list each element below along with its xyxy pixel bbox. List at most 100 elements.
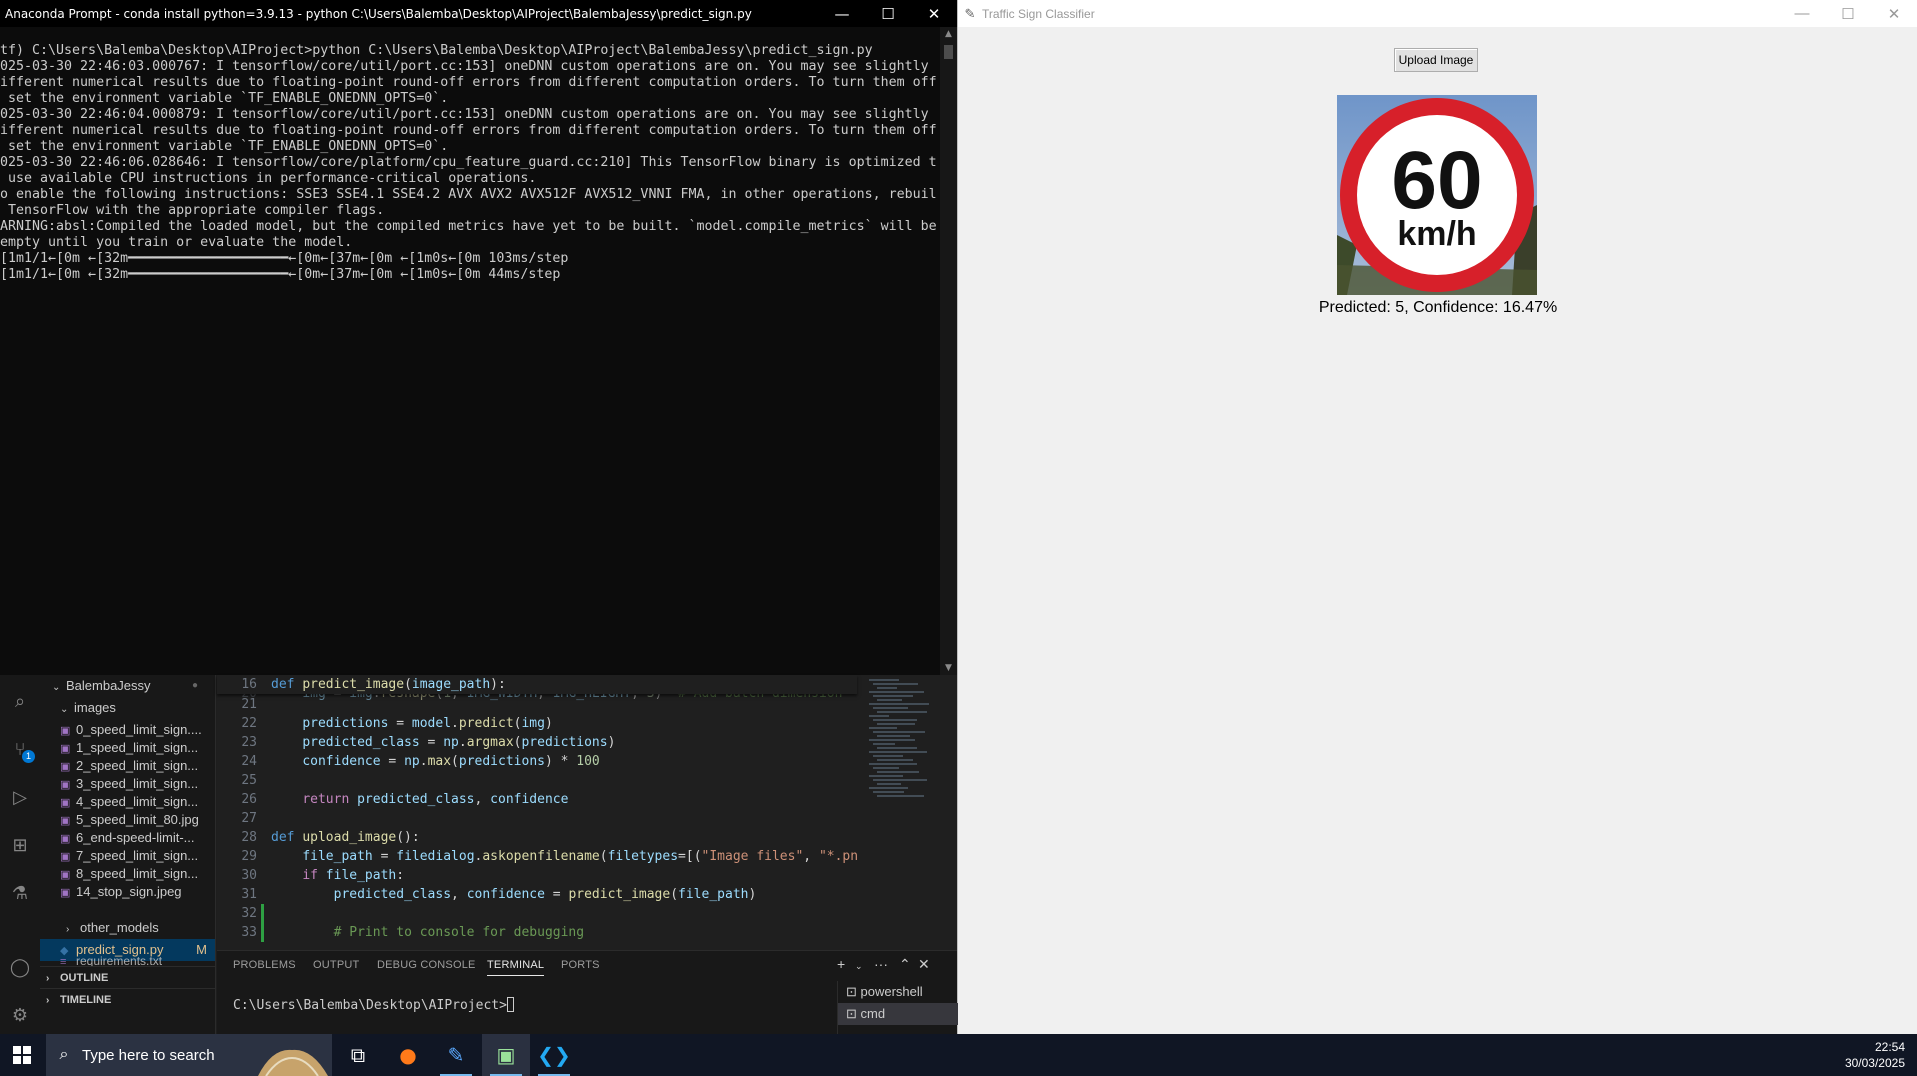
task-view-icon[interactable]: ⧉: [334, 1034, 382, 1076]
account-icon[interactable]: ◯: [8, 955, 32, 979]
tree-root-label: BalembaJessy: [66, 678, 151, 693]
tab-debug-console[interactable]: DEBUG CONSOLE: [377, 959, 476, 971]
tab-terminal[interactable]: TERMINAL: [487, 959, 545, 976]
terminal-item-powershell[interactable]: ⊡ powershell: [838, 981, 958, 1003]
console-line: use available CPU instructions in perfor…: [0, 171, 537, 186]
maximize-panel-icon[interactable]: ⌃: [899, 956, 911, 973]
terminal-icon: ⊡: [846, 984, 861, 999]
tree-file-partial[interactable]: ≡ requirements.txt: [60, 956, 210, 966]
tree-folder-images[interactable]: ⌄ images: [60, 697, 210, 719]
terminal-output[interactable]: C:\Users\Balemba\Desktop\AIProject>: [233, 997, 514, 1013]
minimap-line: [877, 759, 913, 761]
code-line: 26 return predicted_class, confidence: [241, 792, 569, 807]
testing-icon[interactable]: ⚗: [8, 881, 32, 905]
console-line: 025-03-30 22:46:03.000767: I tensorflow/…: [0, 59, 929, 74]
console-line: [1m1/1←[0m ←[32m━━━━━━━━━━━━━━━━━━━━←[0m…: [0, 251, 569, 266]
console-titlebar[interactable]: Anaconda Prompt - conda install python=3…: [0, 0, 957, 27]
tab-output[interactable]: OUTPUT: [313, 959, 359, 971]
minimap-line: [869, 715, 889, 717]
console-line: o enable the following instructions: SSE…: [0, 187, 937, 202]
maximize-icon[interactable]: ☐: [1825, 0, 1871, 27]
start-button[interactable]: [0, 1034, 44, 1076]
code-line: 29 file_path = filedialog.askopenfilenam…: [241, 849, 857, 864]
close-icon[interactable]: ✕: [1871, 0, 1917, 27]
more-actions-icon[interactable]: ···: [874, 956, 888, 972]
sign-number: 60: [1391, 135, 1482, 226]
code-editor[interactable]: 16def predict_image(image_path): 20 img …: [217, 675, 957, 950]
terminal-cursor: [506, 997, 514, 1012]
terminal-name: cmd: [860, 1006, 886, 1021]
tab-problems[interactable]: PROBLEMS: [233, 959, 296, 971]
code-line: 16 def predict_image(image_path):: [217, 675, 857, 694]
file-label: 5_speed_limit_80.jpg: [76, 812, 199, 827]
scroll-down-icon[interactable]: ▼: [940, 663, 957, 673]
search-icon[interactable]: ⌕: [8, 689, 32, 713]
minimize-icon[interactable]: —: [819, 0, 865, 27]
tree-folder-other-models[interactable]: › other_models: [66, 917, 216, 939]
prediction-label: Predicted: 5, Confidence: 16.47%: [1318, 299, 1558, 316]
close-icon[interactable]: ✕: [911, 0, 957, 27]
scroll-thumb[interactable]: [944, 45, 953, 59]
minimap-line: [877, 711, 927, 713]
taskbar-search-box[interactable]: ⌕ Type here to search: [46, 1034, 332, 1076]
code-line: 28 def upload_image():: [241, 830, 420, 845]
minimap-line: [869, 775, 903, 777]
file-label: 4_speed_limit_sign...: [76, 794, 199, 809]
settings-gear-icon[interactable]: ⚙: [8, 1003, 32, 1027]
anaconda-prompt-icon[interactable]: ▣: [482, 1034, 530, 1076]
chevron-right-icon: ›: [46, 995, 50, 1006]
console-line: set the environment variable `TF_ENABLE_…: [0, 91, 449, 106]
terminal-item-cmd[interactable]: ⊡ cmd: [838, 1003, 958, 1025]
firefox-icon[interactable]: ●: [384, 1034, 432, 1076]
scroll-up-icon[interactable]: ▲: [940, 29, 957, 39]
chevron-right-icon: ›: [46, 973, 50, 984]
source-control-icon[interactable]: ⑂ 1: [8, 737, 35, 763]
console-scrollbar[interactable]: ▲ ▼: [940, 27, 957, 675]
console-line: 025-03-30 22:46:06.028646: I tensorflow/…: [0, 155, 937, 170]
maximize-icon[interactable]: ☐: [865, 0, 911, 27]
new-terminal-icon[interactable]: +: [837, 956, 845, 972]
chevron-right-icon: ›: [66, 924, 70, 935]
console-line: tf) C:\Users\Balemba\Desktop\AIProject>p…: [0, 43, 873, 58]
file-label: 6_end-speed-limit-...: [76, 830, 195, 845]
minimap-line: [873, 791, 904, 793]
outline-section[interactable]: › OUTLINE: [40, 966, 215, 988]
file-label: 1_speed_limit_sign...: [76, 740, 199, 755]
minimap-line: [873, 743, 895, 745]
minimize-icon[interactable]: —: [1779, 0, 1825, 27]
active-file-label: predict_sign.py: [76, 942, 164, 957]
vscode-icon[interactable]: ❮❯: [530, 1034, 578, 1076]
system-clock[interactable]: 22:54 30/03/2025: [1845, 1039, 1905, 1071]
tree-root[interactable]: ⌄ BalembaJessy ●: [52, 675, 212, 697]
tree-file[interactable]: ▣ 14_stop_sign.jpeg: [60, 881, 215, 903]
file-label: 7_speed_limit_sign...: [76, 848, 199, 863]
feather-pen-icon[interactable]: ✎: [432, 1034, 480, 1076]
feather-icon: ✎: [964, 5, 976, 21]
classifier-title: Traffic Sign Classifier: [982, 6, 1095, 21]
tree-folder-label: other_models: [80, 920, 159, 935]
classifier-window[interactable]: ✎ Traffic Sign Classifier — ☐ ✕ Upload I…: [957, 0, 1917, 1034]
file-label: 8_speed_limit_sign...: [76, 866, 199, 881]
close-panel-icon[interactable]: ✕: [918, 956, 930, 973]
upload-image-button[interactable]: Upload Image: [1394, 48, 1478, 72]
tab-ports[interactable]: PORTS: [561, 959, 600, 971]
console-line: ARNING:absl:Compiled the loaded model, b…: [0, 219, 937, 234]
partial-file-label: requirements.txt: [76, 956, 163, 966]
minimap-line: [873, 779, 927, 781]
classifier-titlebar[interactable]: ✎ Traffic Sign Classifier — ☐ ✕: [958, 0, 1917, 27]
outline-label: OUTLINE: [60, 972, 109, 984]
terminal-list: ⊡ powershell ⊡ cmd: [837, 981, 958, 1035]
minimap-line: [869, 727, 897, 729]
extensions-icon[interactable]: ⊞: [8, 833, 32, 857]
minimap-line: [877, 783, 901, 785]
code-line: 22 predictions = model.predict(img): [241, 716, 553, 731]
search-placeholder: Type here to search: [82, 1046, 215, 1064]
minimap-line: [873, 731, 925, 733]
run-debug-icon[interactable]: ▷: [8, 785, 32, 809]
timeline-section[interactable]: › TIMELINE: [40, 988, 215, 1010]
console-window[interactable]: Anaconda Prompt - conda install python=3…: [0, 0, 957, 675]
chevron-down-icon[interactable]: ⌄: [855, 961, 863, 972]
vscode-window[interactable]: ⌕ ⑂ 1 ▷ ⊞ ⚗ ◯ ⚙ ⌄ BalembaJessy ● ⌄ images …: [0, 675, 958, 1035]
file-label: 3_speed_limit_sign...: [76, 776, 199, 791]
minimap[interactable]: [865, 675, 943, 950]
